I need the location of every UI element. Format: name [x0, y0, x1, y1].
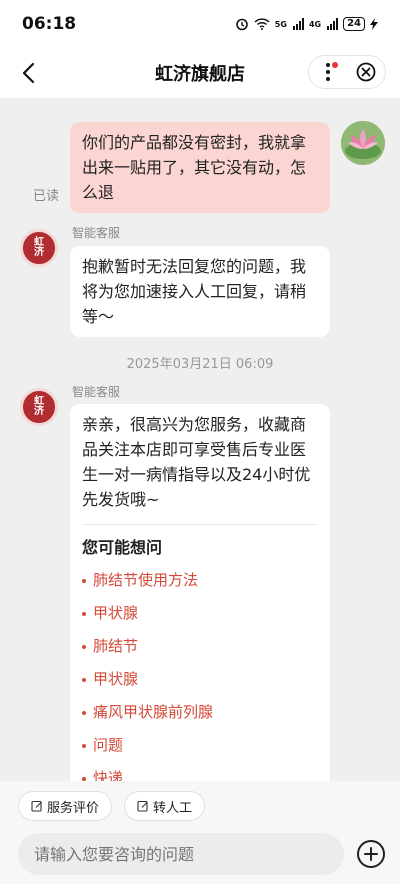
faq-item-label: 痛风甲状腺前列腺	[93, 703, 214, 721]
bot-name: 智能客服	[72, 226, 121, 240]
faq-item[interactable]: 甲状腺	[82, 597, 318, 630]
bot-avatar[interactable]: 虹 济	[20, 388, 58, 426]
signal-1-label: 5G	[274, 19, 287, 29]
transfer-human-button[interactable]: 转人工	[124, 791, 206, 821]
bot-welcome-text: 亲亲，很高兴为您服务，收藏商品关注本店即可享受售后专业医生一对一病情指导以及24…	[82, 415, 311, 509]
message-input[interactable]	[18, 833, 344, 875]
shop-title: 虹济旗舰店	[155, 64, 245, 85]
edit-icon	[31, 800, 42, 812]
close-circle-icon	[356, 62, 376, 82]
service-rating-button[interactable]: 服务评价	[18, 791, 113, 821]
edit-icon	[137, 800, 148, 812]
battery-indicator: 24	[343, 17, 365, 31]
wifi-icon	[254, 18, 270, 30]
add-attachment-button[interactable]	[357, 840, 385, 868]
bot-avatar-char-2: 济	[34, 406, 44, 417]
bullet-icon	[82, 776, 86, 781]
faq-item-label: 肺结节使用方法	[93, 571, 199, 589]
message-timestamp: 2025年03月21日 06:09	[126, 357, 274, 372]
bullet-icon	[82, 710, 86, 715]
user-message-bubble[interactable]: 你们的产品都没有密封，我就拿出来一贴用了，其它没有动，怎么退	[70, 122, 330, 213]
divider	[82, 524, 318, 525]
lotus-avatar-icon	[341, 121, 385, 165]
read-status: 已读	[33, 189, 60, 204]
faq-item-label: 快递	[93, 769, 124, 781]
faq-item-label: 甲状腺	[93, 604, 139, 622]
status-time: 06:18	[22, 14, 77, 34]
faq-item[interactable]: 甲状腺	[82, 663, 318, 696]
chat-area[interactable]: 你们的产品都没有密封，我就拿出来一贴用了，其它没有动，怎么退 已读 虹 济 智能…	[0, 98, 400, 781]
bot-faq-bubble: 亲亲，很高兴为您服务，收藏商品关注本店即可享受售后专业医生一对一病情指导以及24…	[70, 404, 330, 781]
faq-item-label: 肺结节	[93, 637, 139, 655]
bullet-icon	[82, 578, 86, 583]
bullet-icon	[82, 611, 86, 616]
status-bar: 06:18 5G 4G 24	[0, 0, 400, 48]
bullet-icon	[82, 743, 86, 748]
bullet-icon	[82, 644, 86, 649]
transfer-human-label: 转人工	[153, 800, 193, 816]
alarm-icon	[235, 17, 249, 31]
header-capsule	[308, 55, 386, 89]
user-avatar[interactable]	[341, 121, 385, 165]
faq-item[interactable]: 问题	[82, 729, 318, 762]
faq-item[interactable]: 痛风甲状腺前列腺	[82, 696, 318, 729]
faq-item[interactable]: 快递	[82, 762, 318, 781]
signal-1-icon	[292, 18, 304, 30]
bullet-icon	[82, 677, 86, 682]
faq-item-label: 甲状腺	[93, 670, 139, 688]
more-dots-icon	[326, 63, 330, 81]
back-button[interactable]	[14, 56, 44, 90]
signal-2-icon	[327, 18, 339, 30]
service-rating-label: 服务评价	[47, 800, 100, 816]
chat-header: 虹济旗舰店	[0, 48, 400, 98]
more-button[interactable]	[312, 56, 344, 88]
faq-item[interactable]: 肺结节	[82, 630, 318, 663]
bot-avatar-char-2: 济	[34, 247, 44, 258]
notification-dot	[332, 62, 338, 68]
bot-message-bubble[interactable]: 抱歉暂时无法回复您的问题，我将为您加速接入人工回复，请稍等～	[70, 246, 330, 337]
status-icons: 5G 4G 24	[235, 17, 378, 31]
plus-icon	[364, 847, 378, 861]
faq-item-label: 问题	[93, 736, 124, 754]
signal-2-label: 4G	[308, 19, 322, 29]
charging-icon	[370, 18, 378, 30]
close-button[interactable]	[350, 56, 382, 88]
quick-actions: 服务评价 转人工	[18, 791, 206, 821]
faq-item[interactable]: 肺结节使用方法	[82, 564, 318, 597]
back-arrow-icon	[22, 62, 35, 84]
bot-name: 智能客服	[72, 385, 121, 399]
faq-title: 您可能想问	[82, 538, 163, 557]
bot-avatar[interactable]: 虹 济	[20, 229, 58, 267]
bottom-panel: 服务评价 转人工	[0, 781, 400, 884]
